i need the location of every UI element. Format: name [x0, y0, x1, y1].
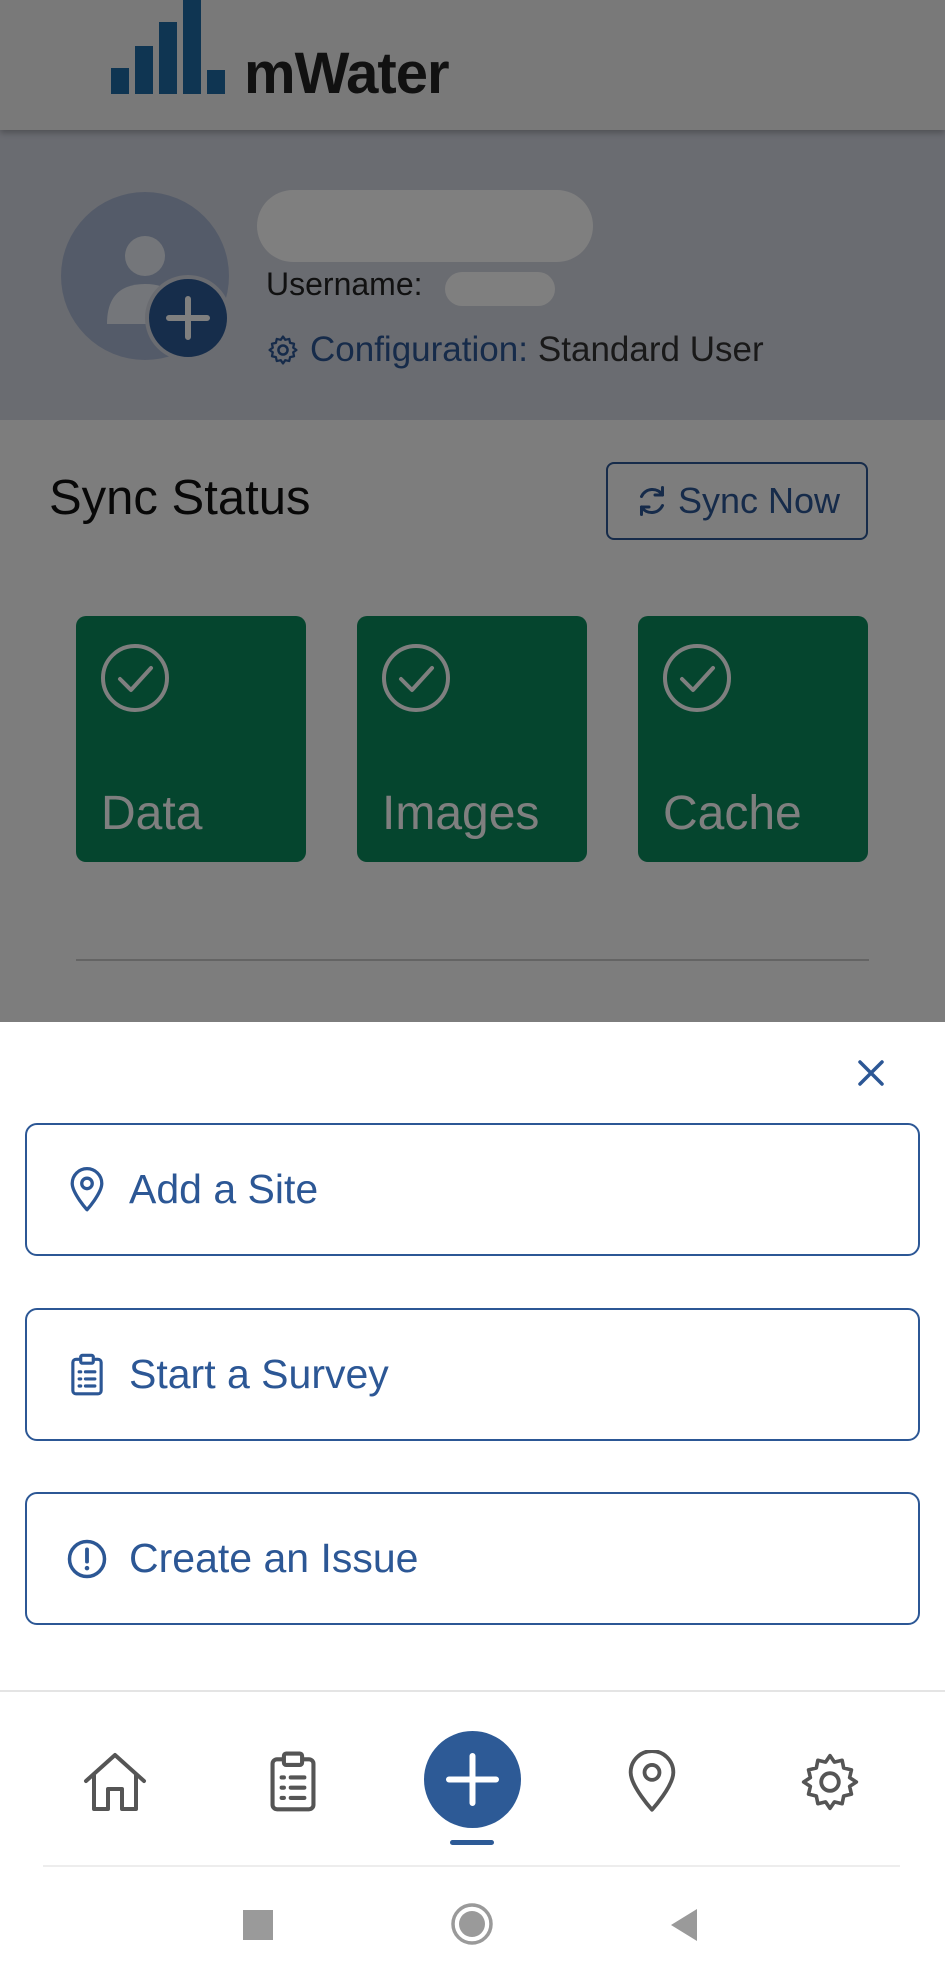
clipboard-icon	[65, 1351, 109, 1399]
divider	[43, 1865, 900, 1867]
nav-sites[interactable]	[612, 1742, 692, 1822]
nav-surveys[interactable]	[253, 1742, 333, 1822]
active-indicator	[450, 1840, 494, 1845]
gear-icon	[801, 1753, 859, 1811]
recents-icon[interactable]	[243, 1910, 273, 1940]
nav-settings[interactable]	[790, 1742, 870, 1822]
modal-backdrop[interactable]	[0, 0, 945, 1022]
plus-icon	[446, 1753, 499, 1806]
alert-circle-icon	[65, 1535, 109, 1583]
back-icon[interactable]	[665, 1905, 705, 1945]
home-icon	[84, 1753, 146, 1811]
clipboard-list-icon	[270, 1751, 316, 1812]
nav-add-button[interactable]	[424, 1731, 521, 1828]
nav-home[interactable]	[75, 1742, 155, 1822]
action-label: Add a Site	[129, 1166, 319, 1212]
create-issue-button[interactable]: Create an Issue	[25, 1492, 920, 1625]
action-label: Create an Issue	[129, 1535, 419, 1581]
add-site-button[interactable]: Add a Site	[25, 1123, 920, 1256]
start-survey-button[interactable]: Start a Survey	[25, 1308, 920, 1441]
map-pin-icon	[628, 1750, 676, 1812]
system-home-icon[interactable]	[450, 1902, 494, 1946]
action-label: Start a Survey	[129, 1351, 389, 1397]
close-button[interactable]	[847, 1049, 895, 1097]
close-icon	[858, 1060, 884, 1086]
map-pin-icon	[65, 1166, 109, 1214]
